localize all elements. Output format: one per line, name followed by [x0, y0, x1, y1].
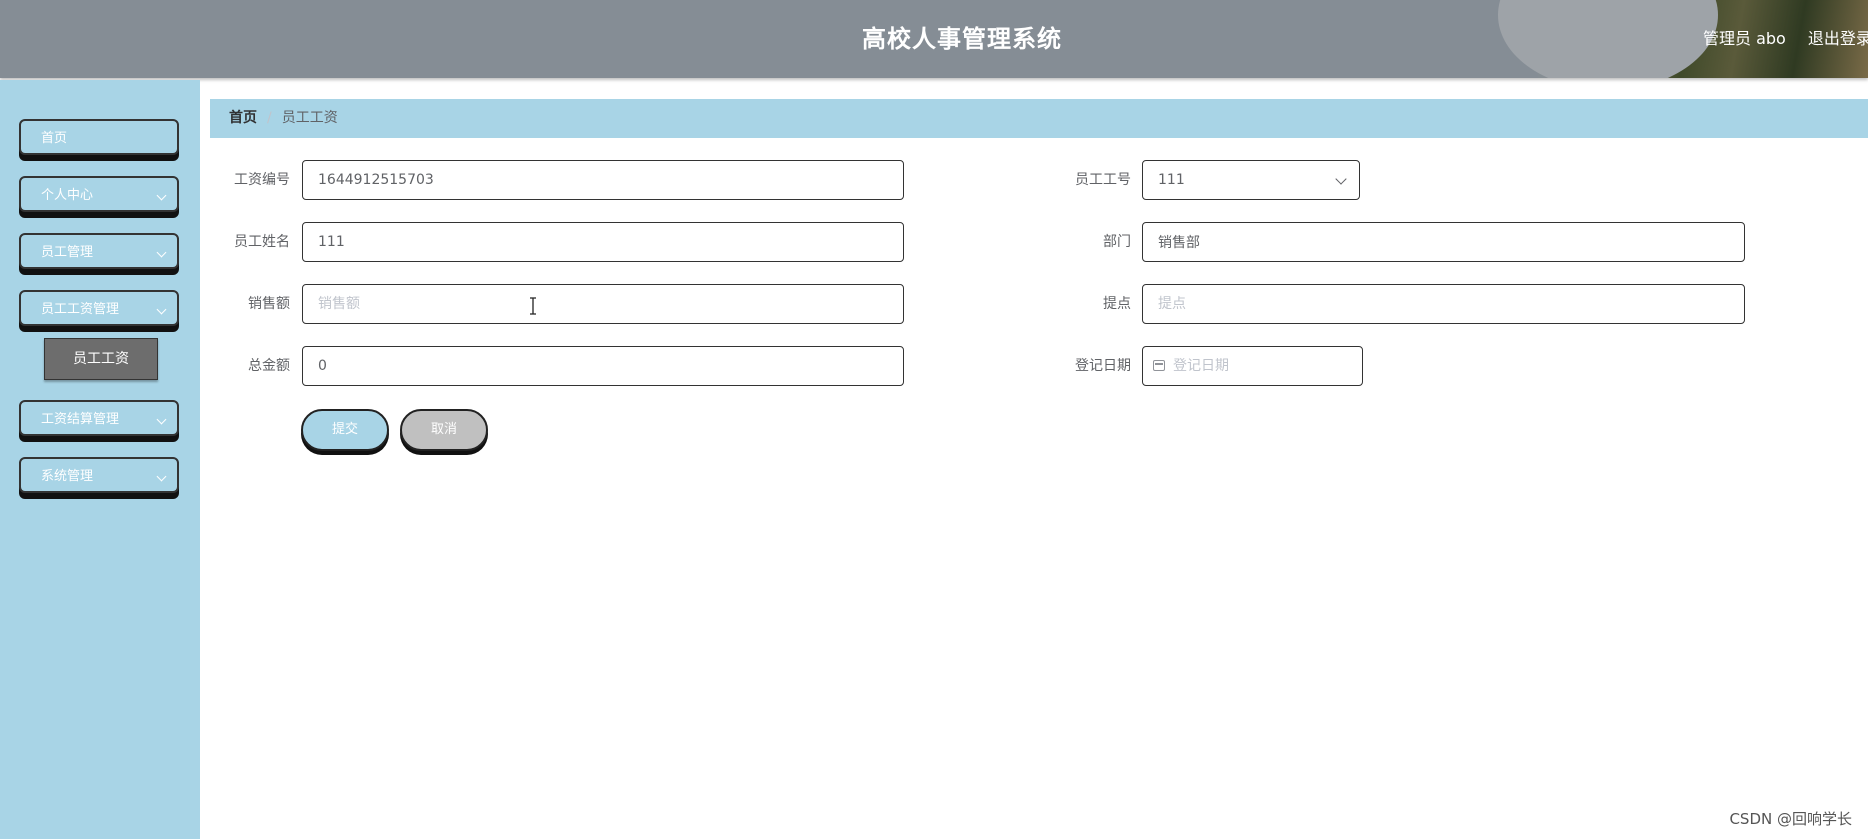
sidebar-item-label: 系统管理 [41, 469, 94, 484]
department-label: 部门 [1103, 234, 1131, 250]
sidebar-item-label: 首页 [41, 131, 68, 146]
text-cursor-icon [530, 297, 536, 315]
sales-label: 销售额 [248, 296, 290, 312]
employee-name-input[interactable] [302, 222, 904, 262]
cancel-button[interactable]: 取消 [400, 409, 488, 451]
current-user-label: 管理员 abo [1703, 29, 1786, 48]
employee-no-value: 111 [1158, 172, 1185, 188]
sidebar-item-label: 工资结算管理 [41, 412, 120, 427]
chevron-down-icon [156, 304, 167, 315]
sales-input[interactable] [302, 284, 904, 324]
chevron-down-icon [156, 471, 167, 482]
header-user-area: 管理员 abo 退出登录 [1703, 0, 1868, 78]
app-title: 高校人事管理系统 [862, 25, 1062, 53]
breadcrumb-separator: / [267, 110, 272, 126]
sidebar-subitem-employee-salary[interactable]: 员工工资 [44, 338, 158, 380]
department-input[interactable] [1142, 222, 1745, 262]
sidebar-item-label: 个人中心 [41, 188, 94, 203]
sidebar-item-label: 员工管理 [41, 245, 94, 260]
sidebar-item-employee-management[interactable]: 员工管理 [19, 233, 179, 269]
commission-input[interactable] [1142, 284, 1745, 324]
logout-link[interactable]: 退出登录 [1808, 29, 1868, 48]
employee-name-label: 员工姓名 [234, 234, 290, 250]
sidebar-item-personal-center[interactable]: 个人中心 [19, 176, 179, 212]
breadcrumb-home[interactable]: 首页 [229, 110, 257, 126]
salary-id-input[interactable] [302, 160, 904, 200]
sidebar: 首页 个人中心 员工管理 员工工资管理 工资结算管理 系统管理 [0, 80, 200, 839]
calendar-icon [1153, 360, 1165, 371]
chevron-down-icon [156, 190, 167, 201]
submit-button[interactable]: 提交 [301, 409, 389, 451]
sidebar-item-label: 员工工资管理 [41, 302, 120, 317]
register-date-placeholder: 登记日期 [1173, 358, 1229, 374]
salary-id-label: 工资编号 [234, 172, 290, 188]
chevron-down-icon [156, 247, 167, 258]
sidebar-item-salary-management[interactable]: 员工工资管理 [19, 290, 179, 326]
register-date-picker[interactable]: 登记日期 [1142, 346, 1363, 386]
total-amount-input[interactable] [302, 346, 904, 386]
breadcrumb-current: 员工工资 [281, 110, 338, 126]
total-amount-label: 总金额 [248, 358, 290, 374]
sidebar-item-system-management[interactable]: 系统管理 [19, 457, 179, 493]
top-header: 高校人事管理系统 管理员 abo 退出登录 [0, 0, 1868, 78]
sidebar-item-settlement-management[interactable]: 工资结算管理 [19, 400, 179, 436]
breadcrumb: 首页 / 员工工资 [210, 99, 1868, 138]
sidebar-item-home[interactable]: 首页 [19, 119, 179, 155]
chevron-down-icon [156, 414, 167, 425]
employee-no-select[interactable]: 111 [1142, 160, 1360, 200]
employee-no-label: 员工工号 [1075, 172, 1131, 188]
commission-label: 提点 [1103, 296, 1131, 312]
register-date-label: 登记日期 [1075, 358, 1131, 374]
watermark: CSDN @回响学长 [1729, 810, 1852, 828]
chevron-down-icon [1335, 173, 1347, 185]
